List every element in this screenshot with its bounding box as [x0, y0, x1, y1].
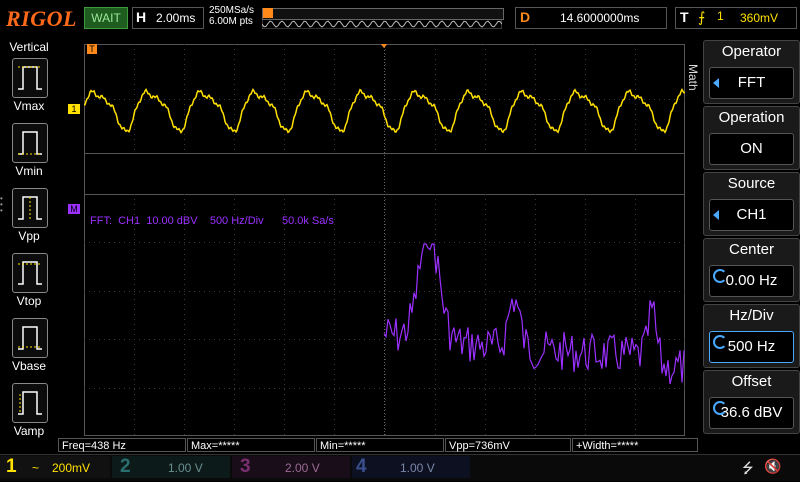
ch3-number: 3: [240, 456, 251, 477]
usb-icon: ⭍: [742, 460, 754, 476]
vpp-icon: [18, 196, 42, 220]
vamp-button[interactable]: [12, 383, 48, 423]
vmax-label: Vmax: [13, 99, 45, 113]
trigger-channel: 1: [717, 9, 724, 23]
timebase-value: 2.00ms: [156, 11, 196, 25]
measure-min[interactable]: Min=*****: [316, 438, 444, 452]
trigger-label: T: [680, 9, 689, 25]
vbase-label: Vbase: [11, 359, 47, 373]
menu-source-title: Source: [727, 175, 776, 192]
ch4-scale: 1.00 V: [400, 461, 435, 475]
measure-width[interactable]: +Width=*****: [572, 438, 698, 452]
operator-value-text: FFT: [737, 74, 766, 91]
measure-vpp[interactable]: Vpp=736mV: [445, 438, 571, 452]
vbase-button[interactable]: [12, 318, 48, 358]
vmax-button[interactable]: [12, 58, 48, 98]
source-value-text: CH1: [736, 206, 767, 223]
knob-icon: [713, 401, 727, 415]
vpp-button[interactable]: [12, 188, 48, 228]
menu-center-title: Center: [728, 241, 775, 258]
knob-icon: [713, 269, 727, 283]
vmin-label: Vmin: [15, 164, 43, 178]
run-status-badge[interactable]: WAIT: [84, 7, 128, 29]
trigger-position-marker[interactable]: [263, 8, 273, 18]
page-dots-icon: • • •: [0, 194, 3, 215]
ch1-number: 1: [6, 456, 17, 477]
ch1-offset-marker[interactable]: 1: [68, 104, 80, 114]
menu-center[interactable]: Center 0.00 Hz: [703, 238, 800, 302]
ch2-scale: 1.00 V: [168, 461, 203, 475]
ch1-coupling: ~: [32, 461, 40, 475]
vmin-icon: [18, 131, 42, 155]
menu-source-value[interactable]: CH1: [709, 199, 794, 231]
left-arrow-icon: [713, 210, 719, 220]
fft-spectrum: [383, 243, 685, 385]
memory-depth: 6.00M pts: [209, 16, 253, 27]
vmax-icon: [18, 66, 42, 90]
menu-center-value[interactable]: 0.00 Hz: [709, 265, 794, 297]
vtop-icon: [18, 261, 42, 285]
ch4-number: 4: [356, 456, 367, 477]
menu-hz-div-title: Hz/Div: [729, 307, 774, 324]
vamp-label: Vamp: [13, 424, 45, 438]
menu-operator-title: Operator: [721, 43, 782, 60]
grid-lines: [84, 44, 685, 436]
menu-offset-title: Offset: [731, 373, 772, 390]
menu-offset-value[interactable]: 36.6 dBV: [709, 397, 794, 429]
menu-operator[interactable]: Operator FFT: [703, 40, 800, 104]
menu-operator-value[interactable]: FFT: [709, 67, 794, 99]
left-arrow-icon: [713, 78, 719, 88]
offset-value-text: 36.6 dBV: [720, 404, 783, 421]
center-value-text: 0.00 Hz: [725, 272, 778, 289]
hz-div-value-text: 500 Hz: [727, 338, 776, 355]
menu-operation[interactable]: Operation ON: [703, 106, 800, 170]
knob-icon: [713, 335, 727, 349]
menu-offset[interactable]: Offset 36.6 dBV: [703, 370, 800, 434]
waveform-grid[interactable]: [84, 44, 685, 436]
vamp-icon: [18, 391, 42, 415]
ch3-scale: 2.00 V: [285, 461, 320, 475]
ch2-number: 2: [120, 456, 131, 477]
menu-hz-div[interactable]: Hz/Div 500 Hz: [703, 304, 800, 368]
vbase-icon: [18, 326, 42, 350]
trigger-box[interactable]: [675, 7, 797, 29]
speaker-muted-icon[interactable]: 🔇: [764, 458, 781, 475]
menu-source[interactable]: Source CH1: [703, 172, 800, 236]
delay-label: D: [520, 9, 531, 25]
menu-operation-value[interactable]: ON: [709, 133, 794, 165]
measure-max[interactable]: Max=*****: [187, 438, 315, 452]
delay-value: 14.6000000ms: [560, 11, 640, 25]
brand-logo: RIGOL: [6, 6, 77, 31]
math-tab-label: Math: [686, 64, 700, 91]
memory-overview-wave: [262, 20, 502, 28]
timebase-label: H: [136, 9, 147, 25]
vpp-label: Vpp: [18, 229, 40, 243]
vmin-button[interactable]: [12, 123, 48, 163]
vtop-button[interactable]: [12, 253, 48, 293]
trigger-level: 360mV: [740, 11, 779, 25]
math-menu-tab[interactable]: Math: [686, 60, 702, 100]
memory-overview-strip: [262, 19, 502, 29]
menu-operation-title: Operation: [718, 109, 785, 126]
menu-hz-div-value[interactable]: 500 Hz: [709, 331, 794, 363]
sample-rate: 250MSa/s: [209, 5, 255, 16]
measure-freq[interactable]: Freq=438 Hz: [58, 438, 186, 452]
measure-panel-title: Vertical: [9, 40, 49, 54]
rising-edge-icon: ⨍: [698, 9, 706, 25]
trigger-level-marker[interactable]: T: [87, 44, 97, 54]
sample-rate-readout: 250MSa/s 6.00M pts: [209, 5, 254, 27]
ch1-scale: 200mV: [52, 461, 91, 475]
vtop-label: Vtop: [16, 294, 42, 308]
fft-info-label: FFT: CH1 10.00 dBV 500 Hz/Div 50.0k Sa/s: [90, 215, 334, 227]
math-offset-marker[interactable]: M: [68, 204, 80, 214]
